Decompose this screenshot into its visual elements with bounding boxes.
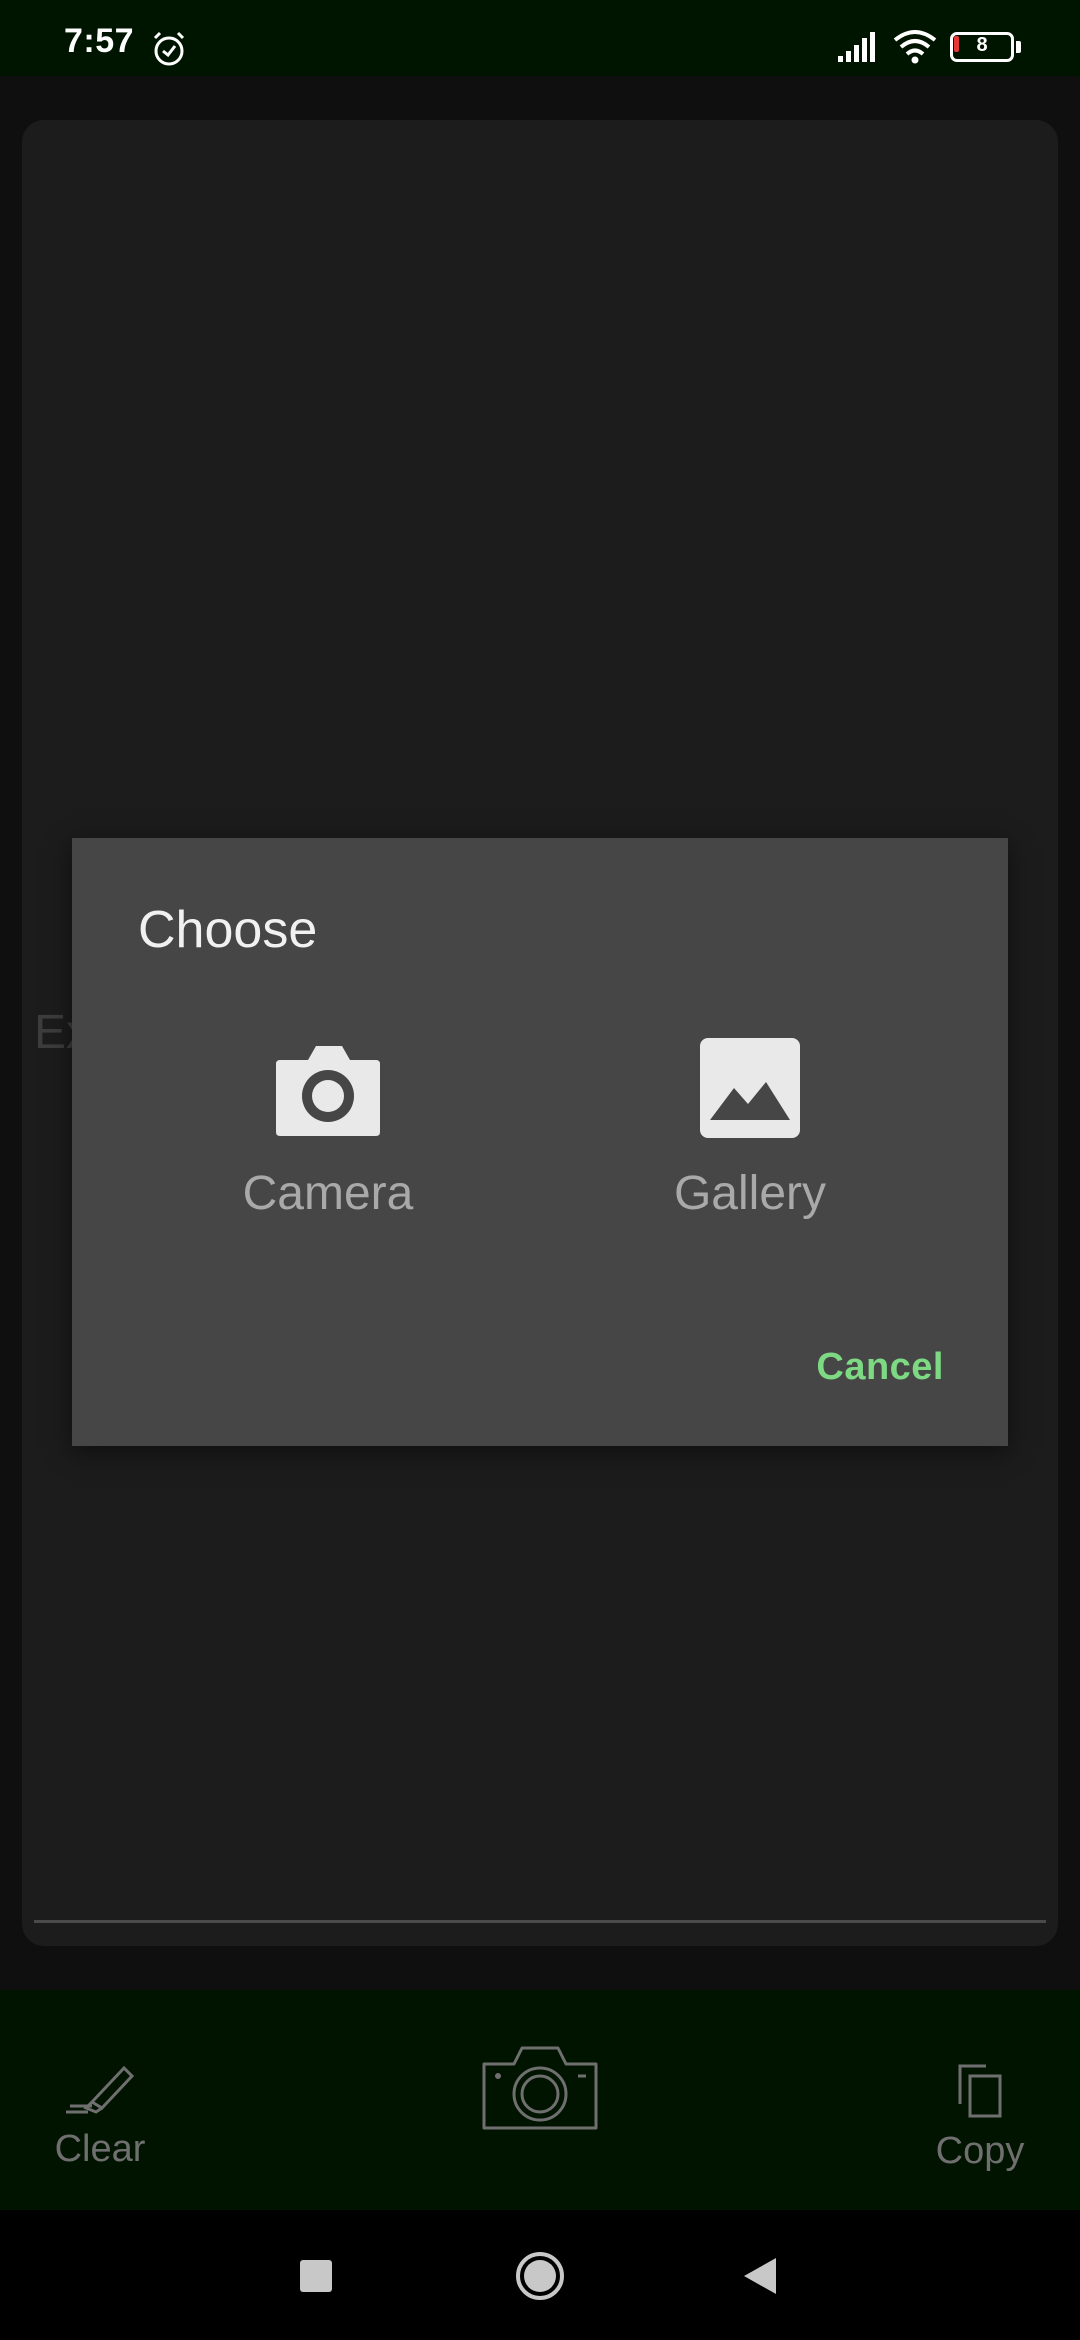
- copy-icon: [958, 2064, 1002, 2118]
- capture-button[interactable]: [478, 2040, 602, 2136]
- alarm-icon: [153, 31, 185, 66]
- clear-button[interactable]: Clear: [40, 2050, 160, 2171]
- status-bar: 7:57 8: [0, 0, 1080, 76]
- input-underline: [34, 1920, 1046, 1923]
- camera-option-label: Camera: [242, 1167, 414, 1220]
- home-icon[interactable]: [514, 2250, 566, 2302]
- cancel-button[interactable]: Cancel: [816, 1346, 944, 1389]
- clear-label: Clear: [54, 2128, 146, 2170]
- battery-icon: 8: [950, 32, 1022, 62]
- recents-icon[interactable]: [300, 2260, 332, 2292]
- signal-icon: [838, 32, 875, 62]
- camera-icon: [276, 1046, 380, 1136]
- gallery-option[interactable]: Gallery: [620, 1038, 880, 1221]
- battery-level: 8: [976, 34, 988, 56]
- dialog-title: Choose: [138, 901, 318, 959]
- choose-dialog: Choose Camera Gallery Cancel: [72, 838, 1008, 1446]
- camera-icon: [482, 2046, 598, 2130]
- back-icon[interactable]: [740, 2254, 780, 2298]
- camera-option[interactable]: Camera: [198, 1038, 458, 1221]
- image-icon: [700, 1038, 800, 1138]
- gallery-option-label: Gallery: [673, 1167, 827, 1220]
- copy-label: Copy: [935, 2130, 1025, 2172]
- status-time: 7:57: [64, 22, 135, 60]
- eraser-icon: [66, 2065, 135, 2114]
- wifi-icon: [893, 30, 937, 64]
- copy-button[interactable]: Copy: [920, 2060, 1040, 2173]
